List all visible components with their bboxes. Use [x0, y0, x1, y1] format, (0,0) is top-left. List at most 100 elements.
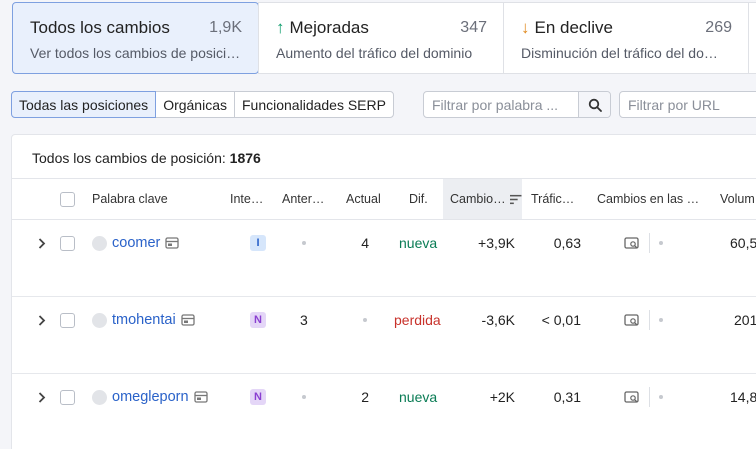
column-current[interactable]: Actual — [346, 179, 381, 219]
segment-organic[interactable]: Orgánicas — [155, 91, 235, 118]
card-description: Disminución del tráfico del do… — [521, 45, 718, 61]
serp-snapshot-icon[interactable] — [193, 391, 208, 403]
column-traffic[interactable]: Tráfic… — [531, 179, 574, 219]
keyword-filter — [423, 91, 611, 118]
changes-cell — [624, 233, 663, 253]
table-row: coomer I 4 nueva +3,9K 0,63 60,5 — [12, 220, 756, 297]
position-changes-table: Todos los cambios de posición: 1876 Pala… — [11, 134, 756, 449]
card-title: ↓ En declive — [521, 18, 613, 37]
current-position-cell — [363, 311, 367, 329]
intent-cell: I — [250, 234, 266, 252]
card-title: Todos los cambios — [30, 18, 170, 37]
column-change[interactable]: Cambio… — [443, 179, 522, 219]
table-row: omegleporn N 2 nueva +2K 0,31 14,8 — [12, 374, 756, 449]
search-button[interactable] — [578, 92, 610, 117]
search-icon — [588, 98, 602, 112]
column-previous[interactable]: Anter… — [282, 179, 324, 219]
chevron-right-icon — [38, 391, 46, 403]
empty-dot — [302, 395, 306, 399]
card-next-partial[interactable] — [748, 2, 756, 74]
keyword-link[interactable]: tmohentai — [112, 312, 176, 328]
intent-cell: N — [250, 311, 266, 329]
sort-icon — [509, 194, 522, 204]
serp-status-icon — [92, 389, 107, 405]
expand-row-button[interactable] — [38, 311, 46, 329]
card-title: ↑ Mejoradas — [276, 18, 369, 37]
card-count: 1,9K — [209, 19, 242, 36]
previous-position-cell — [302, 388, 306, 406]
serp-preview-icon[interactable] — [624, 236, 640, 250]
intent-badge: I — [250, 235, 266, 251]
chevron-right-icon — [38, 237, 46, 249]
divider — [649, 387, 650, 407]
empty-dot — [659, 395, 663, 399]
url-filter — [619, 91, 756, 118]
change-cell: -3,6K — [481, 312, 515, 328]
url-filter-input[interactable] — [620, 92, 756, 117]
diff-cell: perdida — [394, 312, 441, 328]
keyword-filter-input[interactable] — [424, 92, 578, 117]
current-position-cell: 4 — [361, 235, 369, 251]
column-intent[interactable]: Inte… — [230, 179, 263, 219]
keyword-cell: coomer — [92, 234, 180, 252]
serp-status-icon — [92, 312, 107, 328]
serp-snapshot-icon[interactable] — [181, 314, 195, 326]
traffic-cell: < 0,01 — [541, 312, 581, 328]
arrow-up-icon: ↑ — [276, 18, 285, 37]
diff-cell: nueva — [399, 389, 438, 405]
card-all-changes[interactable]: Todos los cambios 1,9K Ver todos los cam… — [12, 2, 259, 74]
table-row: tmohentai N 3 perdida -3,6K < 0,01 201 — [12, 297, 756, 374]
change-cell: +2K — [489, 389, 515, 405]
summary-cards: Todos los cambios 1,9K Ver todos los cam… — [0, 0, 756, 74]
change-cell: +3,9K — [478, 235, 515, 251]
volume-cell: 201 — [734, 312, 756, 328]
keyword-cell: tmohentai — [92, 311, 195, 329]
column-changes-in[interactable]: Cambios en las … — [597, 179, 699, 219]
row-checkbox[interactable] — [60, 311, 75, 329]
card-declined[interactable]: ↓ En declive 269 Disminución del tráfico… — [503, 2, 749, 74]
divider — [649, 310, 650, 330]
arrow-down-icon: ↓ — [521, 18, 530, 37]
segment-all-positions[interactable]: Todas las posiciones — [11, 91, 157, 118]
intent-cell: N — [250, 388, 266, 406]
volume-cell: 14,8 — [730, 389, 756, 405]
select-all-checkbox[interactable] — [60, 179, 75, 219]
empty-dot — [363, 318, 367, 322]
table-total-count: 1876 — [229, 150, 261, 166]
traffic-cell: 0,31 — [553, 389, 581, 405]
table-header: Palabra clave Inte… Anter… Actual Dif. C… — [12, 178, 756, 220]
expand-row-button[interactable] — [38, 234, 46, 252]
chevron-right-icon — [38, 314, 46, 326]
card-count: 269 — [705, 19, 732, 36]
table-title: Todos los cambios de posición: 1876 — [32, 150, 261, 166]
divider — [649, 233, 650, 253]
traffic-cell: 0,63 — [553, 235, 581, 251]
diff-cell: nueva — [399, 235, 438, 251]
previous-position-cell: 3 — [300, 312, 308, 328]
intent-badge: N — [250, 312, 266, 328]
changes-cell — [624, 310, 663, 330]
serp-preview-icon[interactable] — [624, 313, 640, 327]
segment-serp-features[interactable]: Funcionalidades SERP — [234, 91, 394, 118]
empty-dot — [659, 318, 663, 322]
column-diff[interactable]: Dif. — [409, 179, 428, 219]
row-checkbox[interactable] — [60, 234, 75, 252]
row-checkbox[interactable] — [60, 388, 75, 406]
card-description: Ver todos los cambios de posici… — [30, 45, 241, 61]
column-volume[interactable]: Volum — [720, 179, 755, 219]
serp-preview-icon[interactable] — [624, 390, 640, 404]
expand-row-button[interactable] — [38, 388, 46, 406]
empty-dot — [302, 241, 306, 245]
serp-status-icon — [92, 235, 107, 251]
card-description: Aumento del tráfico del dominio — [276, 45, 473, 61]
volume-cell: 60,5 — [730, 235, 756, 251]
previous-position-cell — [302, 234, 306, 252]
keyword-link[interactable]: coomer — [112, 235, 160, 251]
position-type-filter: Todas las posiciones Orgánicas Funcional… — [11, 91, 394, 118]
card-improved[interactable]: ↑ Mejoradas 347 Aumento del tráfico del … — [258, 2, 504, 74]
changes-cell — [624, 387, 663, 407]
column-keyword[interactable]: Palabra clave — [92, 179, 168, 219]
card-count: 347 — [460, 19, 487, 36]
keyword-link[interactable]: omegleporn — [112, 389, 189, 405]
serp-snapshot-icon[interactable] — [165, 237, 180, 249]
